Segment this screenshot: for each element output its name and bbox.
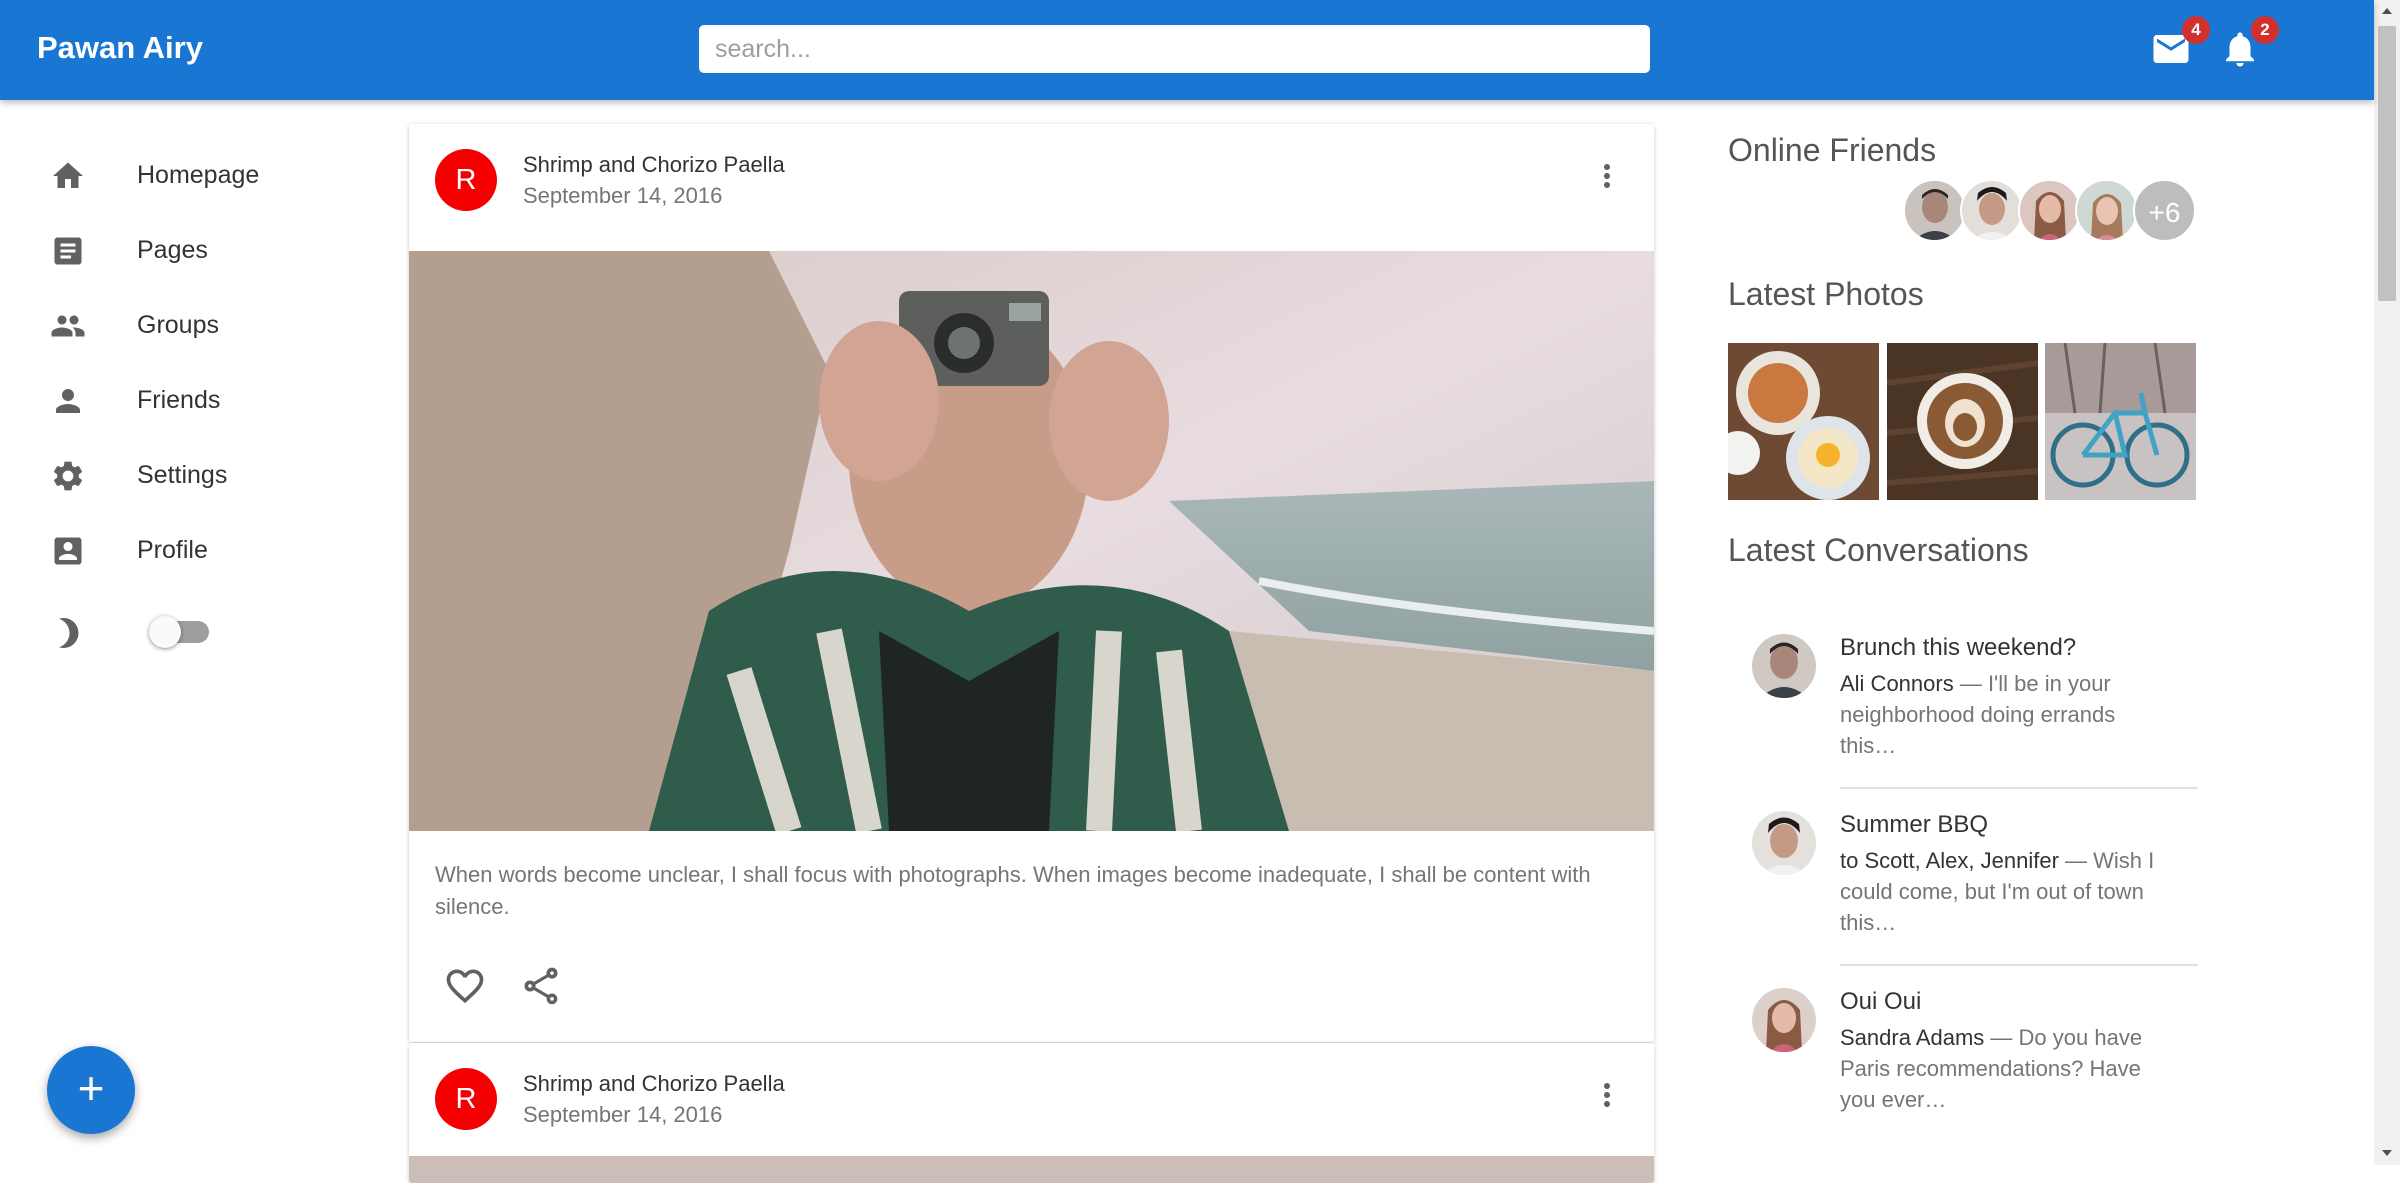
more-friends-badge[interactable]: +6 (2133, 179, 2196, 242)
sidebar-item-settings[interactable]: Settings (0, 437, 340, 512)
sidebar-item-friends[interactable]: Friends (0, 362, 340, 437)
more-vert-icon (1604, 164, 1610, 188)
sidebar-item-label: Homepage (137, 161, 260, 189)
more-options-button[interactable] (1589, 1077, 1625, 1113)
post-date: September 14, 2016 (523, 1102, 723, 1127)
sidebar-item-label: Pages (137, 236, 208, 264)
scroll-up-arrow[interactable] (2382, 8, 2392, 14)
scroll-down-arrow[interactable] (2382, 1150, 2392, 1156)
sidebar-item-groups[interactable]: Groups (0, 287, 340, 362)
conversation-sender: Sandra Adams (1840, 1025, 1985, 1050)
avatar: R (435, 149, 497, 211)
more-vert-icon (1604, 1083, 1610, 1107)
post-card: R Shrimp and Chorizo Paella September 14… (409, 1043, 1654, 1183)
friend-avatar[interactable] (1903, 179, 1966, 242)
latest-photo[interactable] (2045, 343, 2196, 500)
divider (1840, 787, 2198, 789)
brand-title[interactable]: Pawan Airy (37, 30, 203, 66)
avatar (1752, 811, 1816, 875)
post-title: Shrimp and Chorizo Paella (523, 152, 785, 177)
like-button[interactable] (443, 964, 495, 1016)
conversation-title: Oui Oui (1840, 988, 1922, 1015)
friend-avatar[interactable] (2075, 179, 2138, 242)
notifications-button[interactable]: 2 (2219, 16, 2279, 70)
theme-toggle-row (0, 605, 340, 655)
post-body: When words become unclear, I shall focus… (435, 862, 1591, 919)
sidebar-item-homepage[interactable]: Homepage (0, 137, 340, 212)
sidebar: Homepage Pages Groups Friends Settings P… (0, 100, 360, 1165)
conversation-preview: to Scott, Alex, Jennifer — Wish I could … (1840, 845, 2170, 938)
woman-portrait (1752, 988, 1816, 1052)
man-portrait (1752, 634, 1816, 698)
man-portrait (1752, 811, 1816, 875)
avatar (1752, 634, 1816, 698)
vertical-scrollbar[interactable] (2374, 0, 2400, 1165)
sidebar-item-profile[interactable]: Profile (0, 512, 340, 587)
photo-bicycle (2045, 343, 2196, 500)
woman-portrait (2020, 181, 2079, 240)
search-input[interactable] (699, 25, 1650, 73)
conversation-preview: Ali Connors — I'll be in your neighborho… (1840, 668, 2170, 761)
latest-conversations-title: Latest Conversations (1728, 532, 2029, 568)
add-button[interactable]: + (47, 1046, 135, 1134)
toggle-thumb[interactable] (149, 616, 181, 648)
scroll-thumb[interactable] (2378, 26, 2396, 301)
latest-photo[interactable] (1728, 343, 1879, 500)
app-bar: Pawan Airy 4 2 (0, 0, 2374, 100)
man-portrait (1962, 181, 2021, 240)
post-title: Shrimp and Chorizo Paella (523, 1071, 785, 1096)
share-button[interactable] (519, 964, 571, 1016)
man-portrait (1905, 181, 1964, 240)
mail-button[interactable]: 4 (2150, 16, 2210, 70)
online-friends-title: Online Friends (1728, 132, 1937, 168)
post-card: R Shrimp and Chorizo Paella September 14… (409, 124, 1654, 1042)
conversation-sender: to Scott, Alex, Jennifer (1840, 848, 2059, 873)
photo-breakfast (1728, 343, 1879, 500)
share-icon (524, 967, 558, 1005)
moon-icon (59, 618, 79, 648)
photo-man-with-camera (409, 251, 1654, 831)
heart-icon (446, 969, 484, 1004)
latest-photos-title: Latest Photos (1728, 276, 1924, 312)
mail-badge: 4 (2182, 16, 2210, 44)
conversation-preview: Sandra Adams — Do you have Paris recomme… (1840, 1022, 2170, 1115)
post-image (409, 1156, 1654, 1183)
conversation-sender: Ali Connors (1840, 671, 1954, 696)
sidebar-item-label: Settings (137, 461, 228, 489)
conversation-title: Summer BBQ (1840, 811, 1989, 838)
gear-icon (53, 461, 83, 491)
home-icon (53, 162, 83, 188)
person-icon (56, 389, 80, 413)
notification-badge: 2 (2251, 16, 2279, 44)
divider (1840, 964, 2198, 966)
friend-avatar[interactable] (1960, 179, 2023, 242)
avatar (1752, 988, 1816, 1052)
account-box-icon (54, 537, 82, 565)
post-date: September 14, 2016 (523, 183, 723, 208)
groups-icon (51, 315, 85, 337)
sidebar-item-label: Groups (137, 311, 219, 339)
conversation-item[interactable]: Brunch this weekend? Ali Connors — I'll … (1728, 620, 2198, 780)
more-options-button[interactable] (1589, 158, 1625, 194)
photo-latte (1887, 343, 2038, 500)
latest-photo[interactable] (1887, 343, 2038, 500)
post-image (409, 251, 1654, 831)
conversation-item[interactable]: Oui Oui Sandra Adams — Do you have Paris… (1728, 974, 2198, 1134)
woman-portrait (2077, 181, 2136, 240)
avatar: R (435, 1068, 497, 1130)
conversation-title: Brunch this weekend? (1840, 634, 2077, 661)
sidebar-item-label: Profile (137, 536, 208, 564)
conversation-item[interactable]: Summer BBQ to Scott, Alex, Jennifer — Wi… (1728, 797, 2198, 957)
article-icon (54, 237, 82, 265)
sidebar-item-label: Friends (137, 386, 221, 414)
friend-avatar[interactable] (2018, 179, 2081, 242)
sidebar-item-pages[interactable]: Pages (0, 212, 340, 287)
